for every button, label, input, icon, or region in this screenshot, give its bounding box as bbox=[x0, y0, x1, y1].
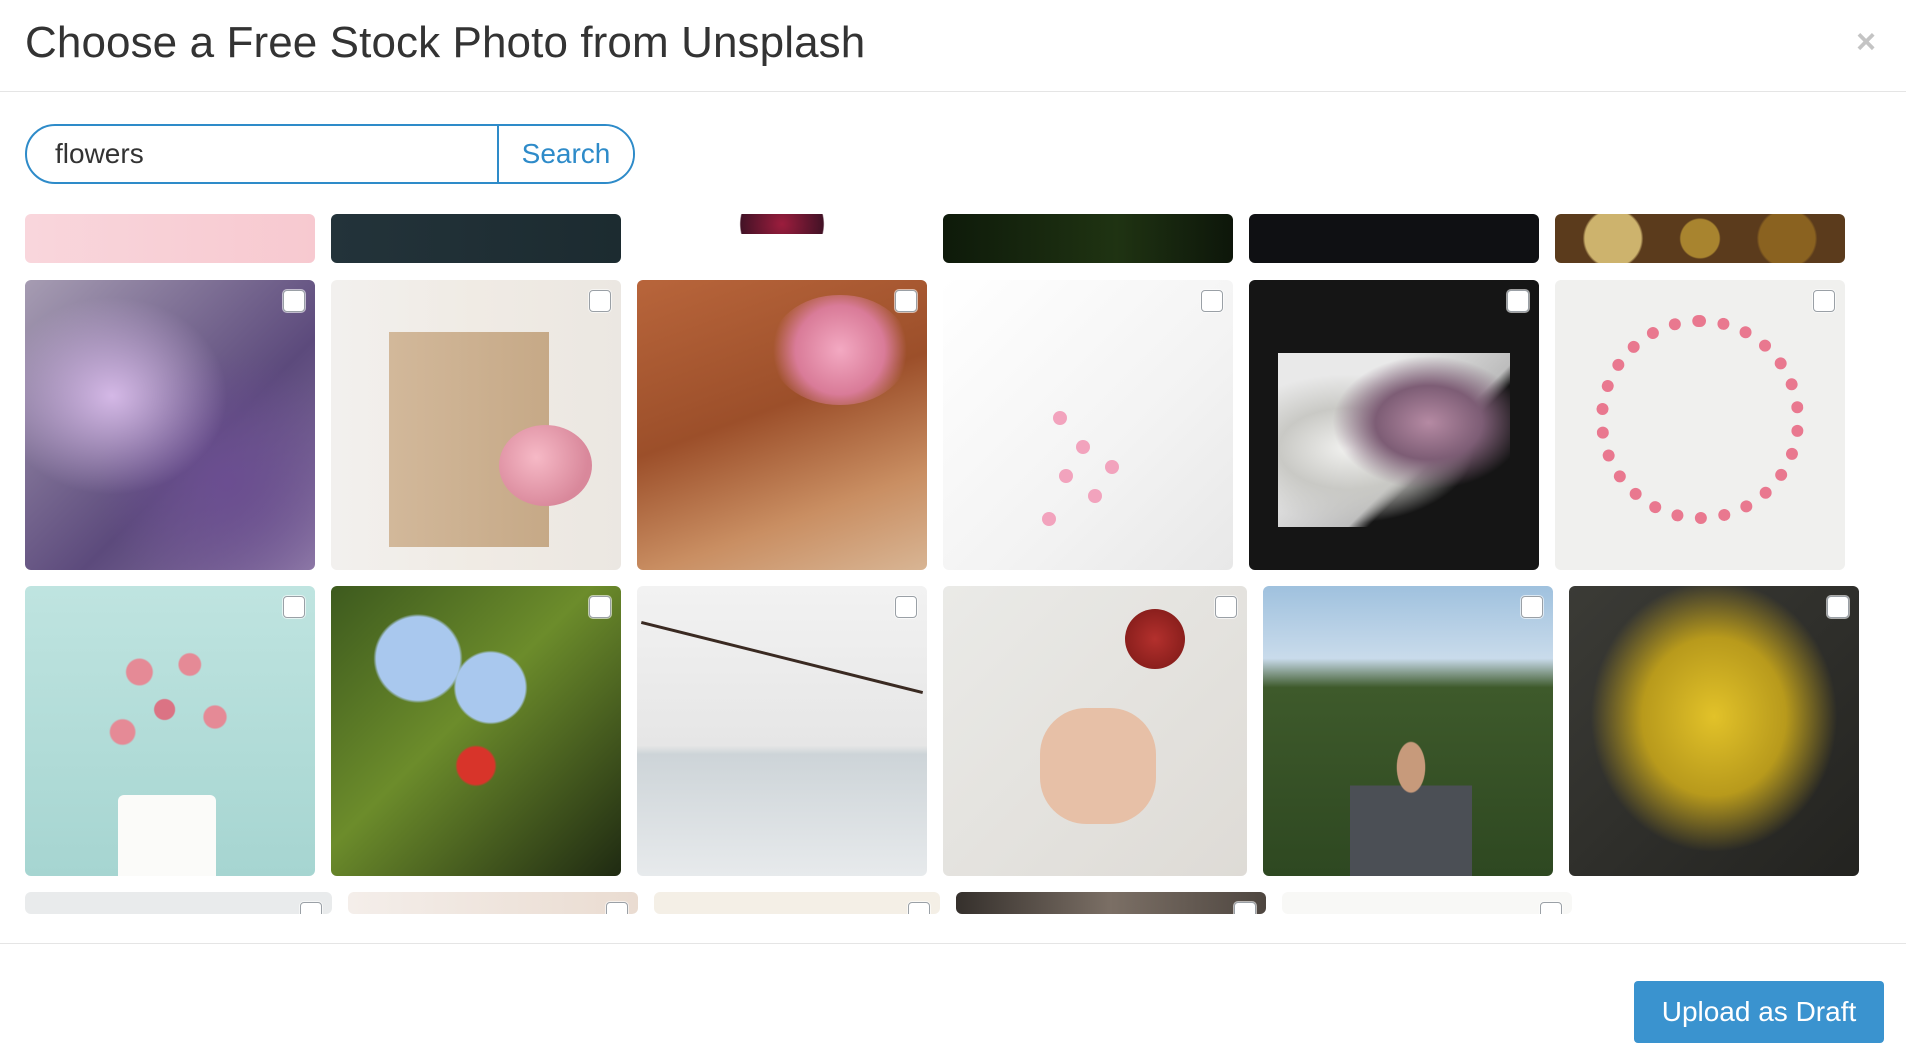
upload-as-draft-button[interactable]: Upload as Draft bbox=[1634, 981, 1884, 1043]
select-checkbox[interactable] bbox=[895, 290, 917, 312]
modal-footer: Upload as Draft bbox=[0, 943, 1906, 1048]
photo-tile[interactable] bbox=[637, 280, 927, 570]
photo-tile[interactable] bbox=[654, 892, 940, 914]
photo-tile[interactable] bbox=[943, 586, 1247, 876]
photo-tile[interactable] bbox=[25, 586, 315, 876]
unsplash-modal: Choose a Free Stock Photo from Unsplash … bbox=[0, 0, 1906, 1048]
select-checkbox[interactable] bbox=[908, 902, 930, 914]
select-checkbox[interactable] bbox=[1215, 596, 1237, 618]
select-checkbox[interactable] bbox=[283, 596, 305, 618]
select-checkbox[interactable] bbox=[589, 290, 611, 312]
search-bar: Search bbox=[25, 124, 635, 184]
photo-tile[interactable] bbox=[943, 280, 1233, 570]
photo-tile[interactable] bbox=[1555, 280, 1845, 570]
photo-tile[interactable] bbox=[637, 214, 927, 263]
photo-tile[interactable] bbox=[348, 892, 638, 914]
photo-tile[interactable] bbox=[1282, 892, 1572, 914]
photo-tile[interactable] bbox=[331, 586, 621, 876]
photo-tile[interactable] bbox=[25, 214, 315, 263]
select-checkbox[interactable] bbox=[1234, 902, 1256, 914]
modal-header: Choose a Free Stock Photo from Unsplash … bbox=[0, 0, 1906, 92]
modal-title: Choose a Free Stock Photo from Unsplash bbox=[25, 18, 866, 67]
photo-tile[interactable] bbox=[956, 892, 1266, 914]
photo-tile[interactable] bbox=[25, 280, 315, 570]
photo-gallery[interactable] bbox=[0, 214, 1906, 914]
photo-tile[interactable] bbox=[1249, 214, 1539, 263]
select-checkbox[interactable] bbox=[589, 596, 611, 618]
photo-tile[interactable] bbox=[943, 214, 1233, 263]
select-checkbox[interactable] bbox=[300, 902, 322, 914]
photo-tile[interactable] bbox=[331, 280, 621, 570]
select-checkbox[interactable] bbox=[1521, 596, 1543, 618]
select-checkbox[interactable] bbox=[1507, 290, 1529, 312]
select-checkbox[interactable] bbox=[1827, 596, 1849, 618]
photo-tile[interactable] bbox=[1555, 214, 1845, 263]
photo-tile[interactable] bbox=[331, 214, 621, 263]
photo-tile[interactable] bbox=[1249, 280, 1539, 570]
select-checkbox[interactable] bbox=[606, 902, 628, 914]
close-icon[interactable]: × bbox=[1848, 24, 1884, 60]
select-checkbox[interactable] bbox=[895, 596, 917, 618]
select-checkbox[interactable] bbox=[283, 290, 305, 312]
select-checkbox[interactable] bbox=[1813, 290, 1835, 312]
photo-tile[interactable] bbox=[25, 892, 332, 914]
select-checkbox[interactable] bbox=[1540, 902, 1562, 914]
search-input[interactable] bbox=[27, 126, 497, 182]
search-button[interactable]: Search bbox=[497, 126, 633, 182]
photo-tile[interactable] bbox=[1263, 586, 1553, 876]
photo-tile[interactable] bbox=[637, 586, 927, 876]
select-checkbox[interactable] bbox=[1201, 290, 1223, 312]
photo-tile[interactable] bbox=[1569, 586, 1859, 876]
